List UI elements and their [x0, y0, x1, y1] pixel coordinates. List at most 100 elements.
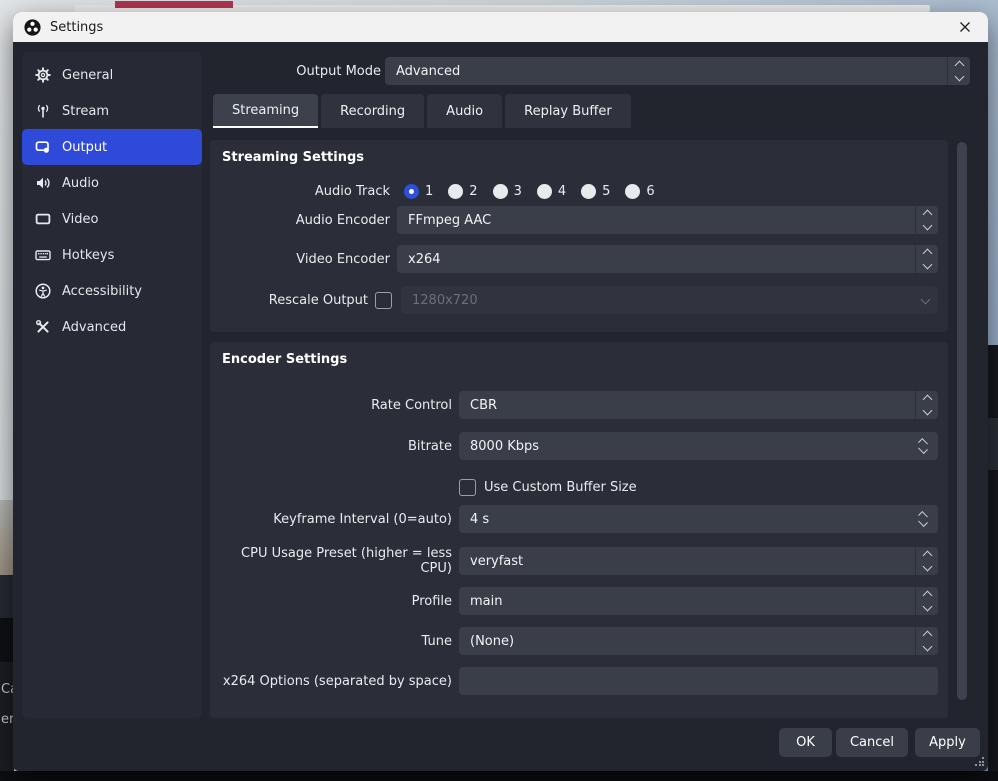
bitrate-spinner[interactable]: 8000 Kbps	[459, 432, 938, 460]
radio-checked-icon	[404, 184, 419, 199]
profile-label: Profile	[222, 594, 452, 609]
gear-icon	[35, 67, 51, 83]
custom-buffer-row: Use Custom Buffer Size	[222, 473, 938, 501]
rescale-output-row: Rescale Output 1280x720	[222, 286, 938, 314]
sidebar-item-output[interactable]: Output	[22, 129, 202, 165]
resize-grip[interactable]	[975, 757, 984, 766]
sidebar-item-advanced[interactable]: Advanced	[22, 309, 202, 345]
audio-encoder-label: Audio Encoder	[222, 213, 390, 228]
audio-track-option-2[interactable]: 2	[448, 184, 477, 199]
title-bar[interactable]: Settings	[13, 12, 988, 42]
background-block	[0, 771, 998, 781]
video-encoder-select[interactable]: x264	[397, 245, 938, 273]
tab-label: Recording	[340, 104, 405, 119]
audio-track-option-5[interactable]: 5	[581, 184, 610, 199]
rescale-output-checkbox[interactable]	[375, 292, 392, 309]
rate-control-value: CBR	[459, 398, 497, 413]
cpu-usage-preset-select[interactable]: veryfast	[459, 547, 938, 575]
radio-icon	[493, 184, 508, 199]
audio-track-option-6[interactable]: 6	[625, 184, 654, 199]
close-icon	[959, 21, 971, 33]
ok-button[interactable]: OK	[779, 728, 832, 757]
chevron-updown-icon	[915, 587, 938, 615]
bitrate-row: Bitrate 8000 Kbps	[222, 432, 938, 460]
tab-audio[interactable]: Audio	[427, 94, 502, 128]
sidebar-item-label: Stream	[62, 104, 109, 119]
sidebar-item-label: Video	[62, 212, 98, 227]
chevron-updown-icon	[915, 627, 938, 655]
vertical-scrollbar[interactable]	[957, 142, 967, 700]
sidebar-item-label: Output	[62, 140, 107, 155]
spinner-arrows-icon[interactable]	[919, 505, 927, 533]
cpu-usage-preset-row: CPU Usage Preset (higher = less CPU) ver…	[222, 547, 938, 575]
tab-label: Streaming	[232, 103, 299, 118]
spinner-arrows-icon[interactable]	[919, 432, 927, 460]
chevron-updown-icon	[947, 57, 970, 85]
keyframe-interval-spinner[interactable]: 4 s	[459, 505, 938, 533]
x264-options-input[interactable]	[459, 667, 938, 695]
speaker-icon	[35, 175, 51, 191]
chevron-updown-icon	[915, 245, 938, 273]
sidebar-item-audio[interactable]: Audio	[22, 165, 202, 201]
profile-value: main	[459, 594, 502, 609]
radio-icon	[537, 184, 552, 199]
background-red-segment	[115, 1, 233, 8]
audio-encoder-value: FFmpeg AAC	[397, 213, 491, 228]
cpu-usage-preset-value: veryfast	[459, 554, 523, 569]
x264-options-label: x264 Options (separated by space)	[222, 674, 452, 689]
audio-track-option-4[interactable]: 4	[537, 184, 566, 199]
chevron-updown-icon	[915, 391, 938, 419]
monitor-icon	[35, 211, 51, 227]
sidebar-item-general[interactable]: General	[22, 57, 202, 93]
radio-label: 5	[602, 184, 610, 199]
tab-label: Replay Buffer	[524, 104, 612, 119]
cancel-button[interactable]: Cancel	[836, 728, 908, 757]
audio-track-radio-group: 1 2 3 4 5 6	[404, 184, 670, 199]
background-block	[988, 418, 998, 470]
radio-label: 6	[646, 184, 654, 199]
audio-track-option-1[interactable]: 1	[404, 184, 433, 199]
use-custom-buffer-label: Use Custom Buffer Size	[484, 480, 637, 495]
radio-icon	[581, 184, 596, 199]
sidebar-item-accessibility[interactable]: Accessibility	[22, 273, 202, 309]
sidebar-item-hotkeys[interactable]: Hotkeys	[22, 237, 202, 273]
screen: Ca er Settings	[0, 0, 998, 781]
tab-replay-buffer[interactable]: Replay Buffer	[505, 94, 631, 128]
tune-value: (None)	[459, 634, 514, 649]
output-mode-value: Advanced	[385, 64, 460, 79]
streaming-settings-panel: Streaming Settings Audio Track 1 2 3 4 5…	[210, 140, 948, 332]
output-mode-select[interactable]: Advanced	[385, 57, 970, 85]
audio-encoder-select[interactable]: FFmpeg AAC	[397, 206, 938, 234]
audio-track-option-3[interactable]: 3	[493, 184, 522, 199]
profile-row: Profile main	[222, 587, 938, 615]
sidebar-item-label: Advanced	[62, 320, 126, 335]
sidebar-item-label: Hotkeys	[62, 248, 114, 263]
obs-logo-icon	[24, 19, 41, 36]
tab-streaming[interactable]: Streaming	[213, 94, 318, 128]
radio-label: 2	[469, 184, 477, 199]
sidebar-item-stream[interactable]: Stream	[22, 93, 202, 129]
keyboard-icon	[35, 247, 51, 263]
background-block	[988, 345, 998, 781]
rate-control-select[interactable]: CBR	[459, 391, 938, 419]
sidebar-item-label: Audio	[62, 176, 99, 191]
chevron-down-icon	[922, 295, 929, 310]
tune-select[interactable]: (None)	[459, 627, 938, 655]
sidebar-item-video[interactable]: Video	[22, 201, 202, 237]
use-custom-buffer-checkbox[interactable]	[459, 479, 476, 496]
profile-select[interactable]: main	[459, 587, 938, 615]
rate-control-label: Rate Control	[222, 398, 452, 413]
bitrate-value: 8000 Kbps	[459, 439, 539, 454]
radio-label: 3	[514, 184, 522, 199]
tab-recording[interactable]: Recording	[321, 94, 424, 128]
close-button[interactable]	[954, 17, 976, 37]
rescale-resolution-select[interactable]: 1280x720	[401, 286, 938, 314]
radio-label: 1	[425, 184, 433, 199]
radio-icon	[625, 184, 640, 199]
apply-button[interactable]: Apply	[915, 728, 980, 757]
rate-control-row: Rate Control CBR	[222, 391, 938, 419]
audio-track-label: Audio Track	[222, 184, 390, 199]
rescale-resolution-value: 1280x720	[401, 293, 478, 308]
tune-row: Tune (None)	[222, 627, 938, 655]
cancel-label: Cancel	[850, 735, 894, 750]
